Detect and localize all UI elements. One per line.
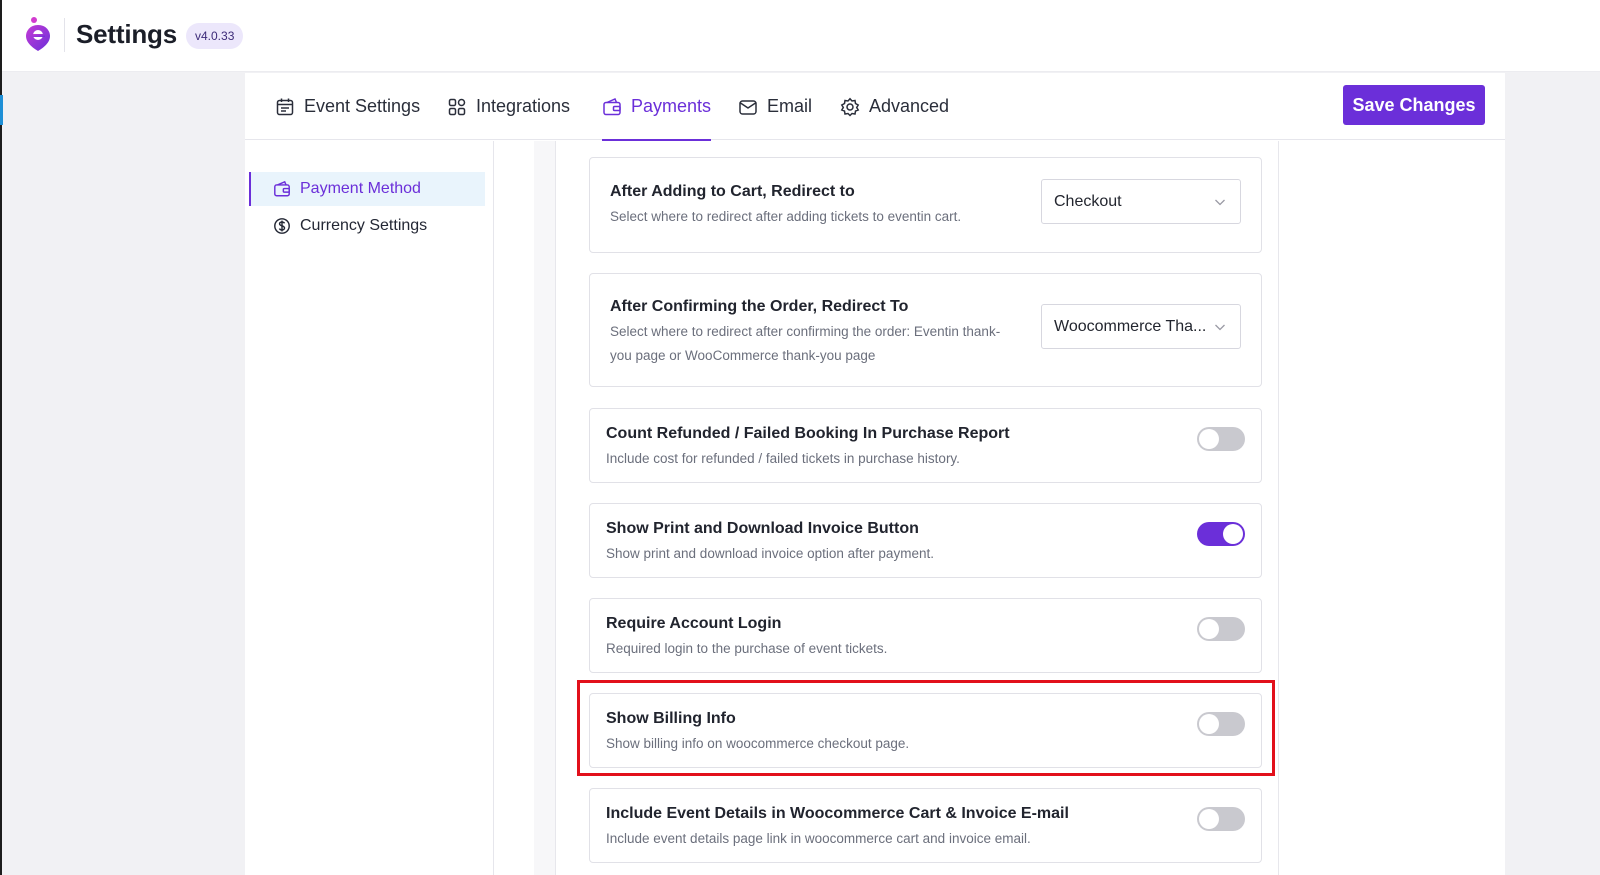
- tab-label: Email: [767, 96, 813, 116]
- save-changes-button[interactable]: Save Changes: [1343, 85, 1485, 125]
- tab-label: Event Settings: [304, 96, 421, 116]
- tab-integrations[interactable]: Integrations: [447, 73, 570, 140]
- tabs-bar: Event Settings Integrations Payments Ema…: [245, 73, 1505, 141]
- print-invoice-toggle[interactable]: [1197, 522, 1245, 546]
- highlight-box: [577, 680, 1275, 776]
- toggle-knob: [1199, 809, 1219, 829]
- tab-event-settings[interactable]: Event Settings: [275, 73, 420, 140]
- setting-card-print-invoice: Show Print and Download Invoice Button S…: [589, 503, 1262, 578]
- setting-description: Select where to redirect after adding ti…: [610, 209, 962, 224]
- version-badge: v4.0.33: [186, 23, 244, 49]
- setting-title: Require Account Login: [606, 615, 782, 632]
- settings-sidebar: Payment Method Currency Settings: [245, 141, 494, 875]
- sidebar-item-currency-settings[interactable]: Currency Settings: [249, 209, 485, 243]
- setting-title: Show Print and Download Invoice Button: [606, 520, 919, 537]
- order-redirect-select[interactable]: Woocommerce Tha...: [1041, 304, 1241, 349]
- sidebar-item-payment-method[interactable]: Payment Method: [249, 172, 485, 206]
- setting-card-event-details-email: Include Event Details in Woocommerce Car…: [589, 788, 1262, 863]
- window-edge: [0, 0, 2, 875]
- tab-label: Payments: [631, 96, 712, 116]
- setting-title: After Confirming the Order, Redirect To: [610, 298, 909, 315]
- event-details-email-toggle[interactable]: [1197, 807, 1245, 831]
- setting-card-require-login: Require Account Login Required login to …: [589, 598, 1262, 673]
- tab-payments[interactable]: Payments: [602, 73, 712, 141]
- tab-email[interactable]: Email: [738, 73, 812, 140]
- setting-title: Count Refunded / Failed Booking In Purch…: [606, 425, 1010, 442]
- setting-card-count-refunded: Count Refunded / Failed Booking In Purch…: [589, 408, 1262, 483]
- chevron-down-icon: [1214, 320, 1226, 332]
- dollar-circle-icon: [273, 217, 291, 235]
- grid-icon: [447, 97, 467, 117]
- wallet-icon: [273, 180, 291, 198]
- page-title: Settings: [76, 19, 177, 49]
- require-login-toggle[interactable]: [1197, 617, 1245, 641]
- setting-title: After Adding to Cart, Redirect to: [610, 183, 855, 200]
- envelope-icon: [738, 97, 758, 117]
- calendar-icon: [275, 97, 295, 117]
- setting-description-line-1: Select where to redirect after confirmin…: [610, 324, 1001, 339]
- top-bar: Settings v4.0.33: [2, 0, 1600, 72]
- count-refunded-toggle[interactable]: [1197, 427, 1245, 451]
- select-value: Woocommerce Tha...: [1054, 317, 1207, 335]
- tab-label: Advanced: [869, 96, 950, 116]
- cart-redirect-select[interactable]: Checkout: [1041, 179, 1241, 224]
- logo-divider: [64, 18, 65, 52]
- tab-advanced[interactable]: Advanced: [840, 73, 949, 140]
- gear-icon: [840, 97, 860, 117]
- setting-title: Include Event Details in Woocommerce Car…: [606, 805, 1069, 822]
- window-edge-marker: [0, 95, 3, 125]
- eventin-logo-icon: [24, 16, 52, 52]
- setting-description: Include cost for refunded / failed ticke…: [606, 451, 960, 466]
- toggle-knob: [1199, 619, 1219, 639]
- wallet-icon: [602, 97, 622, 117]
- setting-card-cart-redirect: After Adding to Cart, Redirect to Select…: [589, 157, 1262, 253]
- setting-description-line-2: you page or WooCommerce thank-you page: [610, 348, 876, 363]
- select-value: Checkout: [1054, 192, 1122, 210]
- setting-description: Include event details page link in wooco…: [606, 831, 1031, 846]
- toggle-knob: [1223, 524, 1243, 544]
- setting-description: Show print and download invoice option a…: [606, 546, 934, 561]
- chevron-down-icon: [1214, 195, 1226, 207]
- sidebar-item-label: Currency Settings: [300, 217, 428, 234]
- sidebar-item-label: Payment Method: [300, 180, 421, 197]
- setting-description: Required login to the purchase of event …: [606, 641, 888, 656]
- setting-card-order-redirect: After Confirming the Order, Redirect To …: [589, 273, 1262, 387]
- toggle-knob: [1199, 429, 1219, 449]
- tab-label: Integrations: [476, 96, 571, 116]
